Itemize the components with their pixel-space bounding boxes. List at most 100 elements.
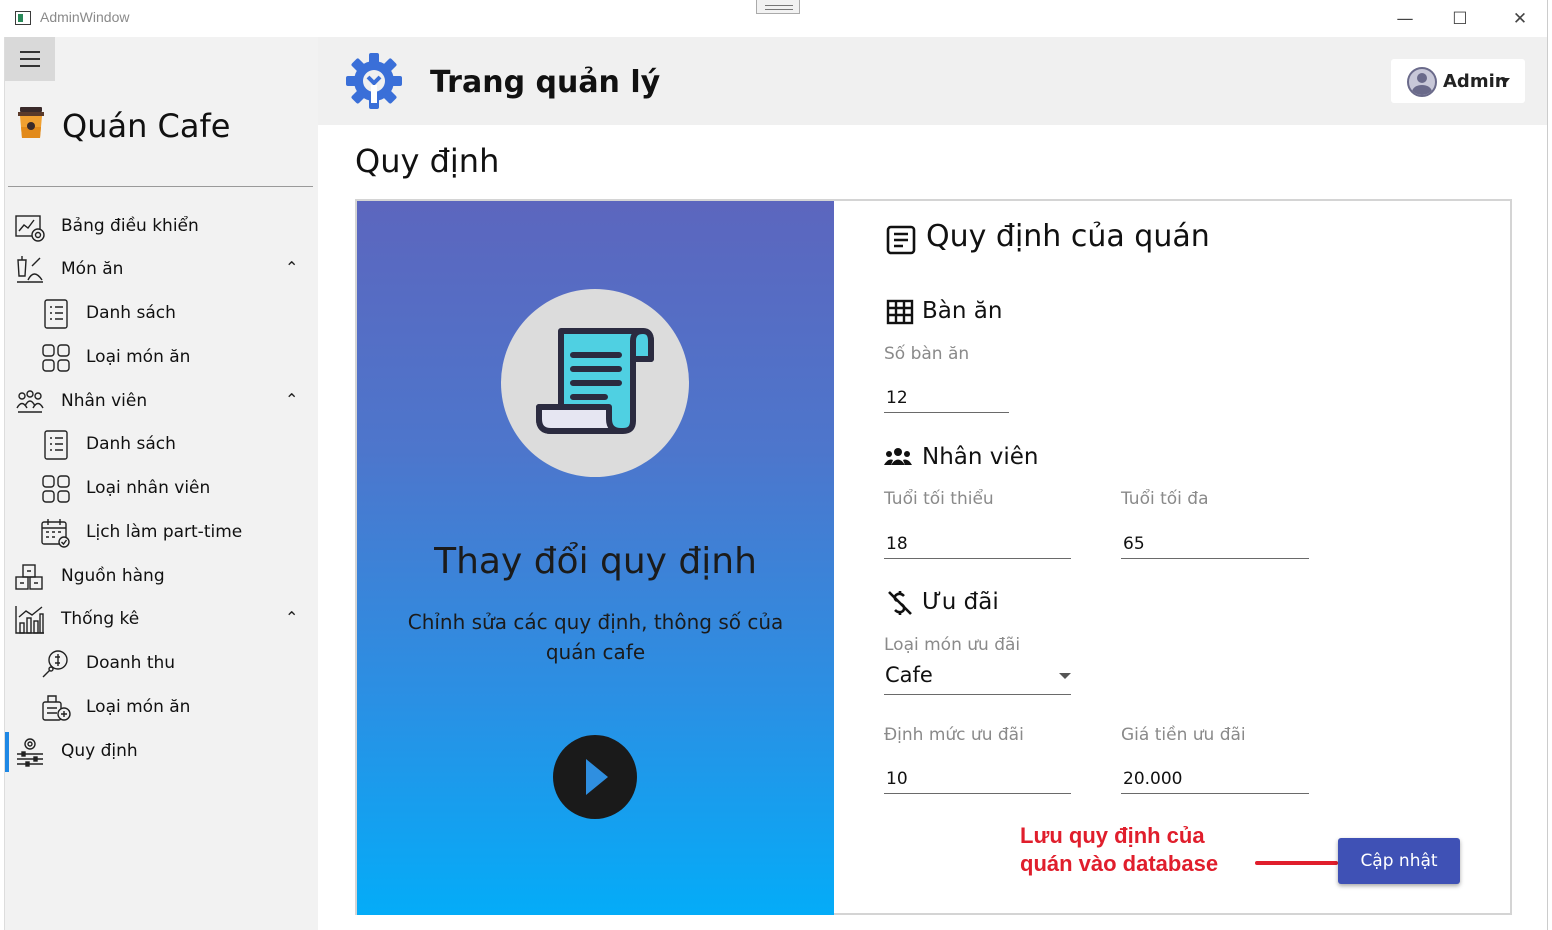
promo-heading: Ưu đãi — [922, 589, 999, 615]
chevron-up-icon[interactable]: ⌃ — [285, 258, 298, 277]
header-title: Trang quản lý — [430, 65, 661, 100]
sidebar: Quán Cafe Bảng điều khiển Món ăn ⌃ Danh … — [5, 37, 318, 930]
min-age-input[interactable] — [884, 529, 1071, 559]
sidebar-item-food-category[interactable]: Loại món ăn — [5, 338, 318, 378]
sidebar-item-label: Loại nhân viên — [86, 478, 211, 498]
sidebar-item-label: Quy định — [61, 741, 138, 761]
sidebar-item-label: Bảng điều khiển — [61, 216, 199, 236]
sidebar-item-food-stats[interactable]: Loại món ăn — [5, 688, 318, 728]
sidebar-item-stats[interactable]: Thống kê ⌃ — [5, 600, 318, 640]
avatar — [1407, 67, 1437, 97]
hero-icon-circle — [501, 289, 689, 477]
list-icon — [44, 299, 68, 329]
sidebar-item-staff-type[interactable]: Loại nhân viên — [5, 469, 318, 509]
dropdown-arrow-icon — [1059, 673, 1071, 679]
sidebar-item-label: Món ăn — [61, 259, 124, 279]
annotation-note: Lưu quy định của quán vào database — [1020, 822, 1218, 878]
sidebar-item-staff[interactable]: Nhân viên ⌃ — [5, 382, 318, 422]
close-button[interactable]: ✕ — [1497, 0, 1543, 37]
promo-type-label: Loại món ưu đãi — [884, 635, 1021, 655]
max-age-input[interactable] — [1121, 529, 1309, 559]
window-titlebar: AdminWindow — ☐ ✕ — [0, 0, 1552, 37]
rules-card: Thay đổi quy định Chỉnh sửa các quy định… — [355, 199, 1512, 915]
hero-panel: Thay đổi quy định Chỉnh sửa các quy định… — [357, 201, 834, 915]
max-age-label: Tuổi tối đa — [1121, 489, 1209, 509]
sidebar-item-staff-list[interactable]: Danh sách — [5, 425, 318, 465]
user-menu-button[interactable]: Admin — [1391, 59, 1525, 103]
annotation-line-2: quán vào database — [1020, 851, 1219, 876]
list-icon — [44, 430, 68, 460]
hero-subtitle: Chỉnh sửa các quy định, thông số của quá… — [407, 610, 784, 664]
window-title: AdminWindow — [40, 9, 130, 25]
brand-logo — [17, 105, 45, 141]
revenue-icon — [42, 650, 68, 678]
sidebar-item-label: Nhân viên — [61, 391, 148, 411]
category-icon — [42, 344, 70, 372]
minimize-button[interactable]: — — [1382, 0, 1428, 37]
hero-heading: Thay đổi quy định — [434, 541, 757, 582]
food-icon — [17, 256, 43, 283]
calendar-icon — [41, 519, 70, 548]
sidebar-item-dashboard[interactable]: Bảng điều khiển — [5, 207, 318, 247]
promo-type-select[interactable]: Cafe — [884, 661, 1071, 695]
coffee-cup-icon — [18, 107, 44, 138]
sidebar-item-supply[interactable]: Nguồn hàng — [5, 557, 318, 597]
drag-grip[interactable] — [756, 0, 800, 14]
play-button[interactable] — [553, 735, 637, 819]
staff-icon — [16, 390, 44, 413]
settings-sliders-icon — [17, 738, 43, 767]
promo-quota-label: Định mức ưu đãi — [884, 725, 1024, 745]
sidebar-item-label: Loại món ăn — [86, 697, 191, 717]
chevron-up-icon[interactable]: ⌃ — [285, 390, 298, 409]
promo-price-input[interactable] — [1121, 764, 1309, 794]
gear-wrench-logo-icon — [346, 53, 402, 109]
table-count-label: Số bàn ăn — [884, 344, 970, 364]
update-button[interactable]: Cập nhật — [1338, 838, 1460, 884]
annotation-line-1: Lưu quy định của — [1020, 823, 1205, 848]
dashboard-icon — [15, 215, 45, 242]
sidebar-item-label: Thống kê — [61, 609, 140, 629]
tables-heading: Bàn ăn — [922, 298, 1003, 324]
boxes-icon — [15, 564, 43, 590]
maximize-button[interactable]: ☐ — [1437, 0, 1483, 37]
promo-quota-input[interactable] — [884, 764, 1071, 794]
sidebar-item-schedule[interactable]: Lịch làm part-time — [5, 513, 318, 553]
sidebar-item-food-list[interactable]: Danh sách — [5, 294, 318, 334]
min-age-label: Tuổi tối thiểu — [884, 489, 994, 509]
sidebar-item-label: Lịch làm part-time — [86, 522, 243, 542]
annotation-arrow — [1255, 861, 1338, 865]
hamburger-icon — [20, 51, 40, 53]
form-title: Quy định của quán — [926, 219, 1210, 254]
promo-price-label: Giá tiền ưu đãi — [1121, 725, 1246, 745]
money-off-icon — [888, 591, 912, 615]
brand-title: Quán Cafe — [62, 107, 231, 145]
document-icon — [886, 225, 916, 255]
scroll-document-icon — [536, 328, 654, 434]
sidebar-item-food[interactable]: Món ăn ⌃ — [5, 250, 318, 290]
staff-heading: Nhân viên — [922, 444, 1039, 470]
app-icon — [15, 11, 31, 25]
food-stats-icon — [42, 695, 71, 721]
chart-icon — [15, 606, 44, 634]
user-name: Admin — [1443, 71, 1508, 92]
app-header: Trang quản lý Admin — [318, 37, 1547, 125]
sidebar-item-label: Loại món ăn — [86, 347, 191, 367]
active-indicator — [5, 732, 9, 772]
sidebar-item-label: Danh sách — [86, 303, 176, 323]
table-count-input[interactable] — [884, 383, 1009, 413]
sidebar-item-label: Danh sách — [86, 434, 176, 454]
sidebar-divider — [8, 186, 313, 187]
promo-type-value: Cafe — [885, 663, 933, 687]
table-grid-icon — [886, 299, 914, 325]
people-icon — [884, 448, 912, 465]
menu-toggle-button[interactable] — [5, 37, 55, 81]
category-icon — [42, 475, 70, 503]
sidebar-item-revenue[interactable]: Doanh thu — [5, 644, 318, 684]
sidebar-item-label: Nguồn hàng — [61, 566, 165, 586]
window-border — [1547, 0, 1552, 930]
sidebar-item-label: Doanh thu — [86, 653, 176, 673]
sidebar-item-rules[interactable]: Quy định — [5, 732, 318, 772]
rules-form: Quy định của quán Bàn ăn Số bàn ăn Nhân … — [834, 201, 1512, 915]
page-title: Quy định — [355, 142, 500, 180]
chevron-up-icon[interactable]: ⌃ — [285, 608, 298, 627]
